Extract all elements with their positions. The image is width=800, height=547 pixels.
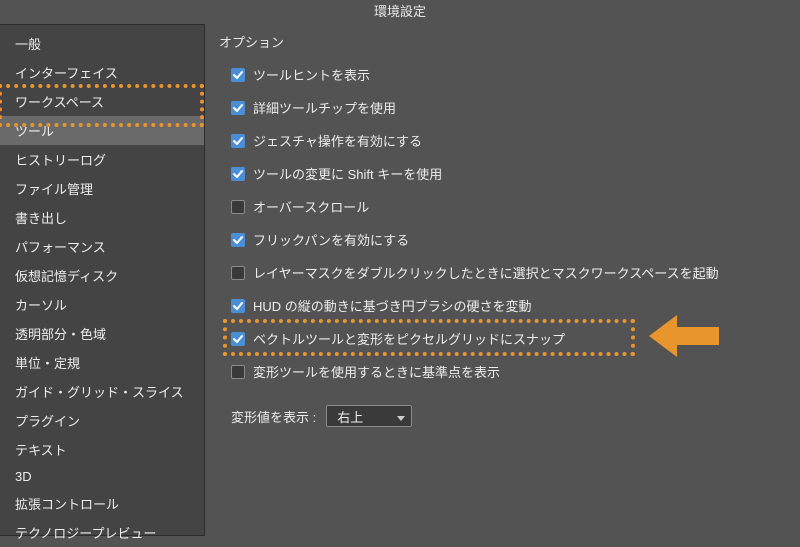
option-row-2: ジェスチャ操作を有効にする bbox=[231, 131, 786, 150]
option-row-7: HUD の縦の動きに基づき円ブラシの硬さを変動 bbox=[231, 296, 786, 315]
window-titlebar: 環境設定 bbox=[0, 0, 800, 24]
option-row-4: オーバースクロール bbox=[231, 197, 786, 216]
option-checkbox-8[interactable] bbox=[231, 332, 245, 346]
sidebar-item-label: ツール bbox=[15, 124, 54, 139]
sidebar-item-label: 3D bbox=[15, 469, 32, 484]
sidebar-item-15[interactable]: 3D bbox=[0, 464, 204, 489]
option-checkbox-2[interactable] bbox=[231, 134, 245, 148]
sidebar-item-label: 書き出し bbox=[15, 211, 67, 226]
sidebar-item-9[interactable]: カーソル bbox=[0, 290, 204, 319]
sidebar-item-5[interactable]: ファイル管理 bbox=[0, 174, 204, 203]
option-label: HUD の縦の動きに基づき円ブラシの硬さを変動 bbox=[253, 296, 532, 315]
options-list: ツールヒントを表示詳細ツールチップを使用ジェスチャ操作を有効にするツールの変更に… bbox=[217, 59, 786, 381]
sidebar-item-0[interactable]: 一般 bbox=[0, 29, 204, 58]
sidebar-item-8[interactable]: 仮想記憶ディスク bbox=[0, 261, 204, 290]
option-checkbox-5[interactable] bbox=[231, 233, 245, 247]
option-label: 変形ツールを使用するときに基準点を表示 bbox=[253, 362, 500, 381]
sidebar-item-label: ファイル管理 bbox=[15, 182, 93, 197]
transform-display-label: 変形値を表示 : bbox=[231, 407, 316, 426]
sidebar-item-12[interactable]: ガイド・グリッド・スライス bbox=[0, 377, 204, 406]
sidebar-item-7[interactable]: パフォーマンス bbox=[0, 232, 204, 261]
sidebar-item-label: 拡張コントロール bbox=[15, 497, 119, 512]
sidebar-item-label: 透明部分・色域 bbox=[15, 327, 106, 342]
sidebar-item-14[interactable]: テキスト bbox=[0, 435, 204, 464]
option-checkbox-4[interactable] bbox=[231, 200, 245, 214]
main-panel: オプション ツールヒントを表示詳細ツールチップを使用ジェスチャ操作を有効にするツ… bbox=[205, 24, 800, 536]
option-checkbox-9[interactable] bbox=[231, 365, 245, 379]
sidebar-item-6[interactable]: 書き出し bbox=[0, 203, 204, 232]
option-label: ツールの変更に Shift キーを使用 bbox=[253, 164, 442, 183]
sidebar-item-2[interactable]: ワークスペース bbox=[0, 87, 204, 116]
window-title: 環境設定 bbox=[374, 4, 426, 19]
option-label: ツールヒントを表示 bbox=[253, 65, 370, 84]
sidebar-item-label: テクノロジープレビュー bbox=[15, 526, 156, 541]
option-row-5: フリックパンを有効にする bbox=[231, 230, 786, 249]
option-row-3: ツールの変更に Shift キーを使用 bbox=[231, 164, 786, 183]
option-row-8: ベクトルツールと変形をピクセルグリッドにスナップ bbox=[231, 329, 786, 348]
option-label: レイヤーマスクをダブルクリックしたときに選択とマスクワークスペースを起動 bbox=[253, 263, 719, 282]
sidebar-item-label: ガイド・グリッド・スライス bbox=[15, 385, 184, 400]
preferences-sidebar: 一般インターフェイスワークスペースツールヒストリーログファイル管理書き出しパフォ… bbox=[0, 24, 205, 536]
option-row-0: ツールヒントを表示 bbox=[231, 65, 786, 84]
sidebar-item-13[interactable]: プラグイン bbox=[0, 406, 204, 435]
sidebar-item-11[interactable]: 単位・定規 bbox=[0, 348, 204, 377]
option-label: オーバースクロール bbox=[253, 197, 369, 216]
sidebar-item-17[interactable]: テクノロジープレビュー bbox=[0, 518, 204, 547]
sidebar-item-label: プラグイン bbox=[15, 414, 80, 429]
content-area: 一般インターフェイスワークスペースツールヒストリーログファイル管理書き出しパフォ… bbox=[0, 24, 800, 536]
sidebar-item-label: 仮想記憶ディスク bbox=[15, 269, 118, 284]
sidebar-item-label: ワークスペース bbox=[15, 95, 104, 110]
transform-display-row: 変形値を表示 : 右上 bbox=[217, 405, 786, 427]
options-section-title: オプション bbox=[219, 32, 786, 51]
option-checkbox-7[interactable] bbox=[231, 299, 245, 313]
sidebar-item-label: ヒストリーログ bbox=[15, 153, 106, 168]
option-checkbox-3[interactable] bbox=[231, 167, 245, 181]
option-checkbox-1[interactable] bbox=[231, 101, 245, 115]
sidebar-item-4[interactable]: ヒストリーログ bbox=[0, 145, 204, 174]
option-label: ジェスチャ操作を有効にする bbox=[253, 131, 422, 150]
sidebar-item-16[interactable]: 拡張コントロール bbox=[0, 489, 204, 518]
sidebar-item-1[interactable]: インターフェイス bbox=[0, 58, 204, 87]
sidebar-item-label: 単位・定規 bbox=[15, 356, 80, 371]
transform-display-dropdown[interactable]: 右上 bbox=[326, 405, 412, 427]
sidebar-item-3[interactable]: ツール bbox=[0, 116, 204, 145]
sidebar-item-label: 一般 bbox=[15, 37, 41, 52]
option-checkbox-0[interactable] bbox=[231, 68, 245, 82]
sidebar-item-label: テキスト bbox=[15, 443, 67, 458]
sidebar-item-label: インターフェイス bbox=[15, 66, 118, 81]
option-row-1: 詳細ツールチップを使用 bbox=[231, 98, 786, 117]
option-label: フリックパンを有効にする bbox=[253, 230, 409, 249]
sidebar-item-label: カーソル bbox=[15, 298, 67, 313]
dropdown-value: 右上 bbox=[337, 407, 363, 426]
option-label: ベクトルツールと変形をピクセルグリッドにスナップ bbox=[253, 329, 565, 348]
option-row-6: レイヤーマスクをダブルクリックしたときに選択とマスクワークスペースを起動 bbox=[231, 263, 786, 282]
option-label: 詳細ツールチップを使用 bbox=[253, 98, 396, 117]
chevron-down-icon bbox=[397, 409, 405, 424]
option-row-9: 変形ツールを使用するときに基準点を表示 bbox=[231, 362, 786, 381]
sidebar-item-label: パフォーマンス bbox=[15, 240, 106, 255]
sidebar-item-10[interactable]: 透明部分・色域 bbox=[0, 319, 204, 348]
option-checkbox-6[interactable] bbox=[231, 266, 245, 280]
